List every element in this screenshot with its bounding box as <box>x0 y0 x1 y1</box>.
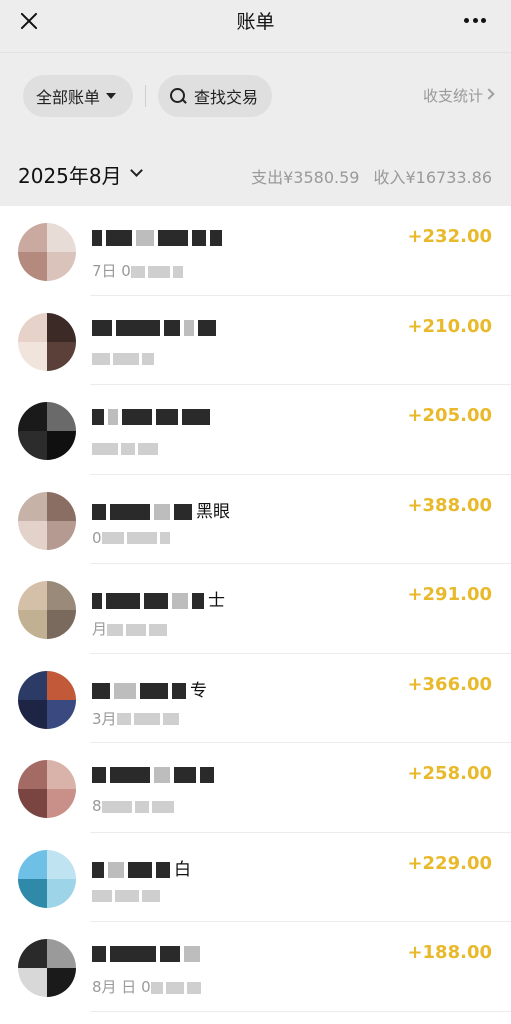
transaction-time <box>92 439 222 459</box>
avatar <box>18 670 76 729</box>
chevron-down-icon[interactable] <box>130 164 143 177</box>
transaction-name: 专 <box>92 676 302 700</box>
month-selector[interactable]: 2025年8月 <box>18 160 122 189</box>
transaction-row[interactable]: +205.00 <box>0 385 511 475</box>
transaction-name: 白 <box>92 855 302 879</box>
avatar <box>18 760 76 818</box>
avatar <box>18 312 76 371</box>
transaction-time <box>92 887 222 907</box>
transaction-amount: +291.00 <box>407 584 492 605</box>
transaction-list: 7日 0 +232.00 +210.00 +205.00 黑眼 0 +388.00 士月 +29… <box>0 206 511 1012</box>
chevron-right-icon <box>483 88 495 100</box>
transaction-name <box>92 944 302 968</box>
transaction-name <box>92 318 302 342</box>
transaction-time: 7日 0 <box>92 260 222 280</box>
expense-total: 支出¥3580.59 <box>251 168 360 187</box>
transaction-time: 月 <box>92 618 222 638</box>
transaction-name <box>92 228 302 252</box>
avatar <box>18 581 76 639</box>
transaction-row[interactable]: 士月 +291.00 <box>0 564 511 654</box>
month-bar: 2025年8月 支出¥3580.59 收入¥16733.86 <box>0 142 511 206</box>
transaction-name <box>92 407 302 431</box>
transaction-row[interactable]: +210.00 <box>0 296 511 386</box>
transaction-amount: +229.00 <box>407 852 492 874</box>
transaction-amount: +366.00 <box>407 673 492 695</box>
avatar <box>18 402 76 460</box>
transaction-time <box>92 350 222 370</box>
search-icon <box>170 87 187 105</box>
avatar <box>18 223 76 281</box>
transaction-amount: +232.00 <box>407 226 492 247</box>
transaction-amount: +388.00 <box>407 494 492 516</box>
page-title: 账单 <box>236 11 275 33</box>
month-summary: 支出¥3580.59 收入¥16733.86 <box>251 164 492 188</box>
caret-down-icon <box>106 93 117 99</box>
transaction-time: 8月 日 0 <box>92 976 222 996</box>
all-bills-label: 全部账单 <box>36 88 101 107</box>
transaction-row[interactable]: 白 +229.00 <box>0 833 511 923</box>
transaction-time: 8 <box>92 797 222 817</box>
filter-bar: 全部账单 查找交易 收支统计 <box>0 52 511 142</box>
income-expense-stats-link[interactable]: 收支统计 <box>423 85 483 106</box>
avatar <box>18 849 76 908</box>
avatar <box>18 939 76 997</box>
income-total: 收入¥16733.86 <box>373 168 492 187</box>
transaction-row[interactable]: 8 +258.00 <box>0 743 511 833</box>
transaction-name <box>92 765 302 789</box>
divider <box>145 85 146 107</box>
transaction-amount: +210.00 <box>407 315 492 337</box>
transaction-row[interactable]: 黑眼 0 +388.00 <box>0 475 511 565</box>
transaction-row[interactable]: 专 3月 +366.00 <box>0 654 511 744</box>
transaction-amount: +258.00 <box>407 763 492 784</box>
transaction-amount: +188.00 <box>407 942 492 963</box>
all-bills-dropdown[interactable]: 全部账单 <box>23 75 133 117</box>
transaction-name: 士 <box>92 586 302 610</box>
transaction-amount: +205.00 <box>407 405 492 426</box>
search-transactions-button[interactable]: 查找交易 <box>158 75 272 117</box>
transaction-row[interactable]: 8月 日 0 +188.00 <box>0 922 511 1012</box>
transaction-time: 3月 <box>92 708 222 728</box>
more-options-icon[interactable] <box>457 10 493 30</box>
transaction-name: 黑眼 <box>92 497 302 521</box>
avatar <box>18 491 76 550</box>
top-bar: 账单 <box>0 0 511 52</box>
transaction-time: 0 <box>92 529 222 549</box>
transaction-row[interactable]: 7日 0 +232.00 <box>0 206 511 296</box>
search-label: 查找交易 <box>194 88 259 107</box>
